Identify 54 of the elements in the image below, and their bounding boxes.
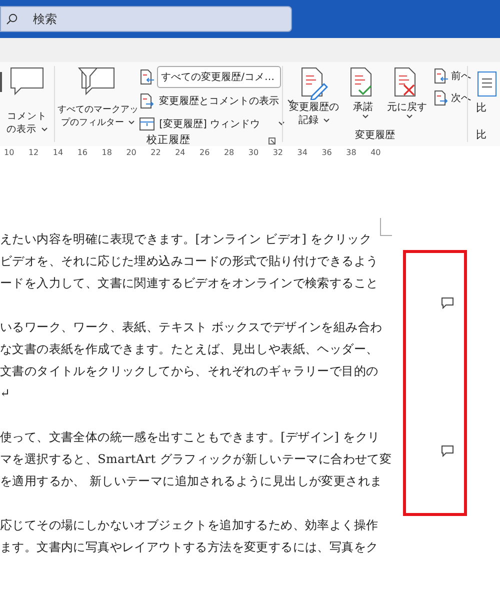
- document-left-arrow-icon: [139, 68, 156, 86]
- chevron-icon: [362, 114, 369, 119]
- search-field[interactable]: 検索: [0, 6, 292, 32]
- markup-filter-button[interactable]: すべてのマークアッ プのフィルター: [59, 66, 138, 134]
- text-line: ↵: [0, 385, 10, 402]
- text-line: ードを入力して、文書に関連するビデオをオンラインで検索すること: [0, 275, 378, 292]
- chevron-icon: [287, 98, 294, 104]
- ruler-number: 22: [150, 147, 162, 159]
- document-right-arrow-icon: [433, 90, 450, 106]
- document-left-arrow-icon: [433, 68, 450, 84]
- ribbon-button[interactable]: 元に戻す: [385, 66, 430, 128]
- compare-button[interactable]: 比: [476, 66, 500, 128]
- show-comments-button[interactable]: コメント の表示: [4, 66, 50, 142]
- text-line: 応じてその場にしかないオブジェクトを追加するため、効率よく操作: [0, 517, 378, 534]
- ruler-number: 28: [224, 147, 236, 159]
- text-line: 文書のタイトルをクリックしてから、それぞれのギャラリーで目的の: [0, 363, 378, 380]
- group-label: 校正履歴: [146, 133, 191, 148]
- chevron-icon: [406, 114, 413, 119]
- search-icon: [6, 13, 18, 25]
- text-line: いるワーク、ワーク、表紙、テキスト ボックスでデザインを組み合わ: [0, 319, 382, 336]
- text-line: ます。文書内に写真やレイアウトする方法を変更するには、写真をク: [0, 539, 378, 556]
- ruler-number: 14: [52, 147, 64, 159]
- ruler-number: 16: [77, 147, 88, 159]
- ruler-number: 40: [370, 147, 382, 159]
- dialog-launcher-icon[interactable]: [268, 137, 276, 145]
- ruler-number: 32: [272, 147, 284, 159]
- text-line: ビデオを、それに応じた埋め込みコードの形式で貼り付けできるよう: [0, 253, 378, 270]
- chevron-icon: [128, 120, 136, 126]
- text-line: 使って、文書全体の統一感を出すこともできます。[デザイン] をクリ: [0, 429, 380, 446]
- ruler-number: 38: [346, 147, 358, 159]
- markup-display-select[interactable]: すべての変更履歴/コメ…: [157, 66, 282, 88]
- ruler-number: 18: [102, 147, 113, 159]
- ruler-number: 34: [297, 147, 308, 159]
- group-label: 変更履歴: [355, 128, 396, 142]
- text-line: な文書の表紙を作成できます。たとえば、見出しや表紙、ヘッダー、: [0, 341, 378, 358]
- ruler-number: 30: [248, 147, 260, 159]
- comment-icon[interactable]: [441, 297, 454, 309]
- ruler-number: 20: [126, 147, 138, 159]
- text-line: を適用するか、 新しいテーマに追加されるように見出しが変更されま: [0, 473, 382, 490]
- chevron-icon: [278, 121, 286, 126]
- ruler-number: 26: [200, 147, 211, 159]
- group-label: 比: [476, 128, 488, 142]
- text-line: マを選択すると、SmartArt グラフィックが新しいテーマに合わせて変: [0, 451, 392, 468]
- ruler-number: 12: [28, 147, 40, 159]
- comment-icon[interactable]: [441, 445, 454, 457]
- ruler-number: 36: [322, 147, 333, 159]
- ribbon-button[interactable]: 承諾: [345, 66, 382, 128]
- ruler-number: 24: [175, 147, 186, 159]
- document-right-arrow-icon: [139, 92, 156, 110]
- window-icon: [139, 117, 156, 131]
- chevron-icon: [322, 118, 330, 123]
- text-line: えたい内容を明確に表現できます。[オンライン ビデオ] をクリック: [0, 231, 372, 248]
- ruler-number: 10: [4, 147, 16, 159]
- chevron-icon: [40, 126, 48, 132]
